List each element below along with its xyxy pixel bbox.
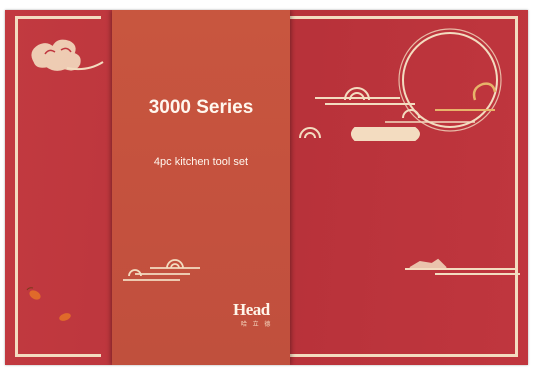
gift-box: 3000 Series 4pc kitchen tool set Head 哈 … <box>5 10 528 365</box>
chili-pepper-icon <box>26 287 71 321</box>
product-title: 3000 Series <box>148 97 254 118</box>
brand-logo: Head <box>233 300 270 320</box>
cloud-wave-icon <box>299 82 497 141</box>
cloud-swirl-icon <box>31 39 104 71</box>
brand-sub: 哈 立 德 <box>241 322 273 328</box>
product-subtitle: 4pc kitchen tool set <box>153 156 249 168</box>
cloud-streak-icon <box>123 259 200 281</box>
sun-circle-icon <box>398 28 502 132</box>
brand-name: Head <box>233 300 270 319</box>
cloud-streak-icon <box>405 258 520 275</box>
